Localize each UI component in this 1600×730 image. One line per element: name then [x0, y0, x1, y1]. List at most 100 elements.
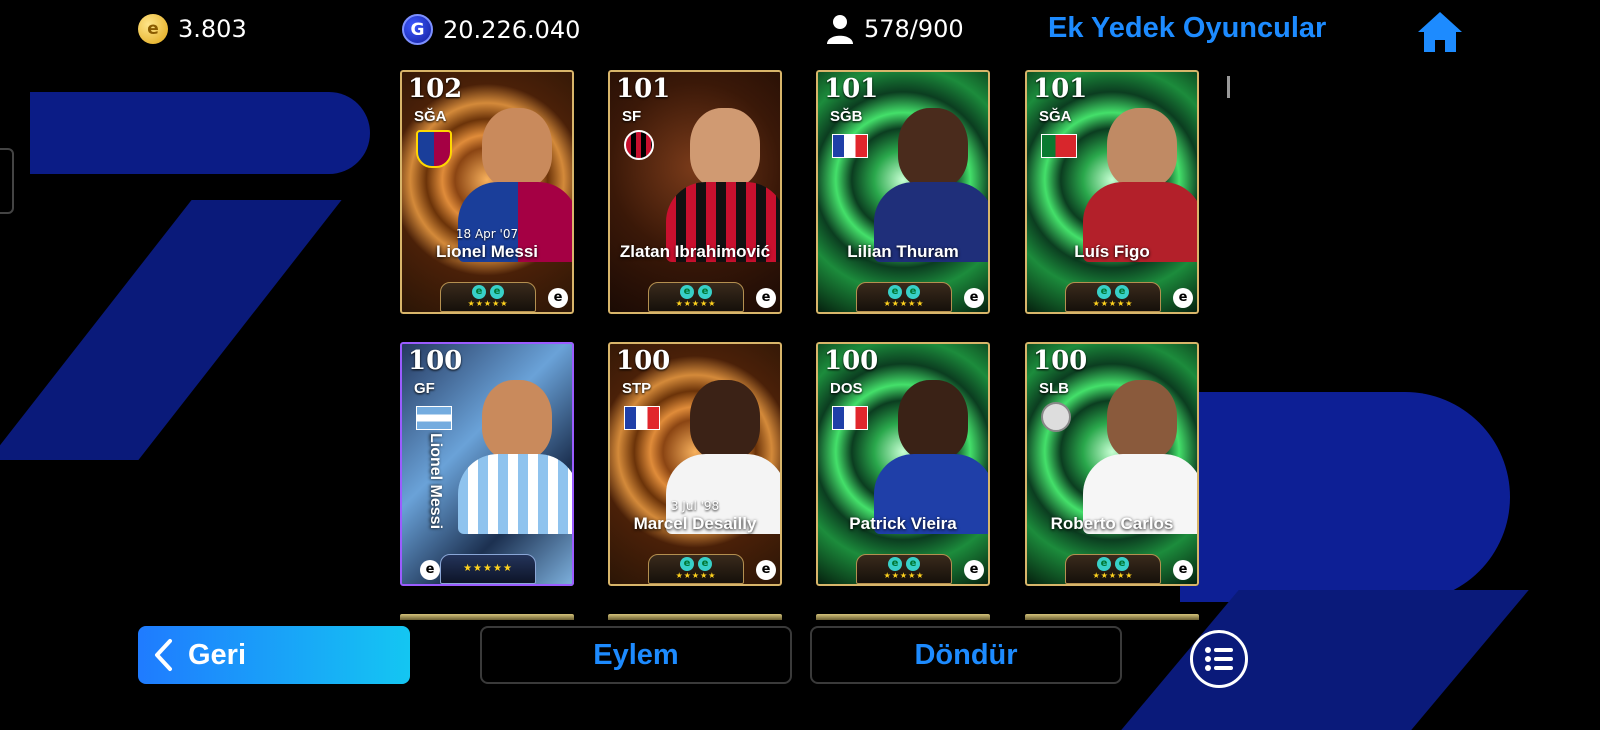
home-icon[interactable]	[1416, 10, 1464, 54]
player-name-vertical: Lionel Messi	[427, 432, 444, 530]
player-position: DOS	[830, 380, 863, 397]
player-photo	[638, 362, 782, 534]
player-card[interactable]: 101 SF Zlatan Ibrahimović ee ★★★★★ e	[608, 70, 782, 314]
side-tab-handle[interactable]	[0, 148, 14, 214]
background-shape	[30, 92, 370, 174]
background-shape	[1180, 392, 1510, 602]
player-card[interactable]: 100 GF Lionel Messi ★★★★★ e	[400, 342, 574, 586]
menu-button[interactable]	[1190, 630, 1248, 688]
coins-counter: e 3.803	[138, 14, 247, 44]
player-rating: 101	[1033, 74, 1088, 104]
scrollbar[interactable]	[1227, 76, 1230, 98]
squad-count-value: 578/900	[864, 15, 964, 43]
player-name: Marcel Desailly	[633, 514, 757, 533]
player-rating: 101	[616, 74, 671, 104]
back-button[interactable]: Geri	[138, 626, 410, 684]
player-name: Patrick Vieira	[849, 514, 957, 533]
star-rating: ★★★★★	[1092, 571, 1134, 580]
player-name: Lilian Thuram	[847, 242, 959, 261]
skill-icon: e	[680, 557, 694, 571]
player-name: Lionel Messi	[435, 242, 539, 261]
player-head	[898, 380, 968, 460]
player-photo	[430, 90, 574, 262]
club-crest-icon	[1041, 402, 1071, 432]
card-date: 18 Apr '07	[455, 227, 519, 241]
coin-icon: e	[138, 14, 168, 44]
player-card[interactable]: 102 SĞA 18 Apr '07 Lionel Messi ee ★★★★★…	[400, 70, 574, 314]
player-card[interactable]: 101 SĞA Luís Figo ee ★★★★★ e	[1025, 70, 1199, 314]
player-rating: 100	[616, 346, 671, 376]
player-position: SF	[622, 108, 642, 125]
player-card[interactable]: 100 SLB Roberto Carlos ee ★★★★★ e	[1025, 342, 1199, 586]
player-rating: 100	[1033, 346, 1088, 376]
star-rating: ★★★★★	[1092, 299, 1134, 308]
player-card-partial[interactable]	[816, 614, 990, 620]
france-flag-icon	[832, 406, 868, 430]
rotate-button-label: Döndür	[914, 638, 1018, 671]
player-photo	[846, 90, 990, 262]
top-bar: e 3.803 G 20.226.040 578/900 Ek Yedek Oy…	[0, 0, 1600, 60]
player-head	[1107, 108, 1177, 188]
player-position: SĞA	[1039, 108, 1072, 125]
player-position: SĞB	[830, 108, 863, 125]
player-photo	[846, 362, 990, 534]
user-icon	[827, 15, 853, 44]
efootball-logo-icon: e	[420, 560, 440, 580]
player-head	[1107, 380, 1177, 460]
card-date: 3 Jul '98	[670, 499, 720, 513]
skill-icon: e	[698, 285, 712, 299]
player-head	[690, 380, 760, 460]
efootball-logo-icon: e	[548, 288, 568, 308]
efootball-logo-icon: e	[1173, 288, 1193, 308]
star-rating: ★★★★★	[883, 299, 925, 308]
action-button-label: Eylem	[593, 638, 679, 671]
player-card[interactable]: 101 SĞB Lilian Thuram ee ★★★★★ e	[816, 70, 990, 314]
player-name: Roberto Carlos	[1050, 514, 1174, 533]
efootball-logo-icon: e	[1173, 560, 1193, 580]
france-flag-icon	[624, 406, 660, 430]
club-crest-icon	[624, 130, 654, 160]
player-photo	[1055, 90, 1199, 262]
player-position: STP	[622, 380, 652, 397]
player-card-partial[interactable]	[608, 614, 782, 620]
efootball-logo-icon: e	[964, 560, 984, 580]
player-name: Zlatan Ibrahimović	[619, 242, 771, 261]
card-badge: ee ★★★★★	[440, 282, 536, 312]
player-card[interactable]: 100 DOS Patrick Vieira ee ★★★★★ e	[816, 342, 990, 586]
player-head	[482, 380, 552, 460]
player-head	[482, 108, 552, 188]
player-position: GF	[414, 380, 435, 397]
skill-icon: e	[1097, 557, 1111, 571]
player-rating: 100	[408, 346, 463, 376]
chevron-left-icon	[155, 639, 172, 671]
card-badge: ee ★★★★★	[648, 554, 744, 584]
background-shape	[0, 200, 342, 460]
background-shape	[1121, 590, 1529, 730]
card-badge: ★★★★★	[440, 554, 536, 584]
skill-icon: e	[472, 285, 486, 299]
player-photo	[638, 90, 782, 262]
card-badge: ee ★★★★★	[1065, 282, 1161, 312]
player-position: SLB	[1039, 380, 1069, 397]
gp-icon: G	[402, 14, 433, 45]
skill-icon: e	[490, 285, 504, 299]
action-button[interactable]: Eylem	[480, 626, 792, 684]
star-rating: ★★★★★	[675, 299, 717, 308]
page-title: Ek Yedek Oyuncular	[1048, 12, 1327, 44]
skill-icon: e	[906, 557, 920, 571]
squad-counter: 578/900	[826, 14, 964, 44]
player-rating: 101	[824, 74, 879, 104]
player-photo	[1055, 362, 1199, 534]
back-button-label: Geri	[188, 638, 247, 671]
efootball-logo-icon: e	[756, 288, 776, 308]
player-card-partial[interactable]	[1025, 614, 1199, 620]
star-rating: ★★★★★	[467, 299, 509, 308]
player-kit	[458, 454, 574, 534]
rotate-button[interactable]: Döndür	[810, 626, 1122, 684]
portugal-flag-icon	[1041, 134, 1077, 158]
coins-value: 3.803	[178, 15, 247, 43]
card-badge: ee ★★★★★	[856, 282, 952, 312]
player-card-partial[interactable]	[400, 614, 574, 620]
gp-counter: G 20.226.040	[402, 14, 580, 45]
player-card[interactable]: 100 STP 3 Jul '98 Marcel Desailly ee ★★★…	[608, 342, 782, 586]
